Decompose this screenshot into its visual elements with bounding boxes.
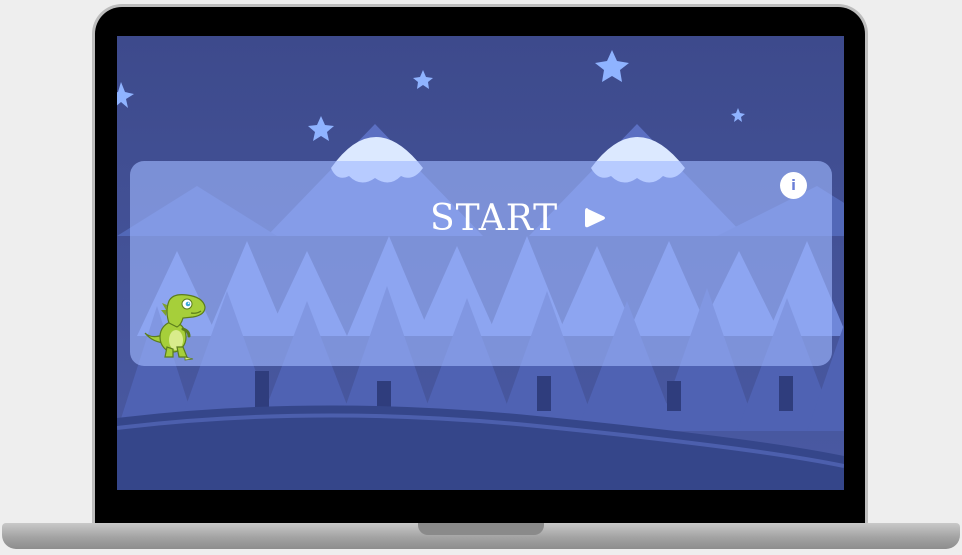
game-screen[interactable]: START i xyxy=(117,36,844,490)
info-icon: i xyxy=(791,177,796,194)
start-button[interactable]: START xyxy=(430,191,606,245)
play-icon xyxy=(584,206,606,230)
laptop-notch xyxy=(418,523,544,535)
dino-character xyxy=(143,291,209,361)
start-label: START xyxy=(430,197,559,239)
info-button[interactable]: i xyxy=(780,172,807,199)
start-overlay-panel: START i xyxy=(130,161,832,366)
